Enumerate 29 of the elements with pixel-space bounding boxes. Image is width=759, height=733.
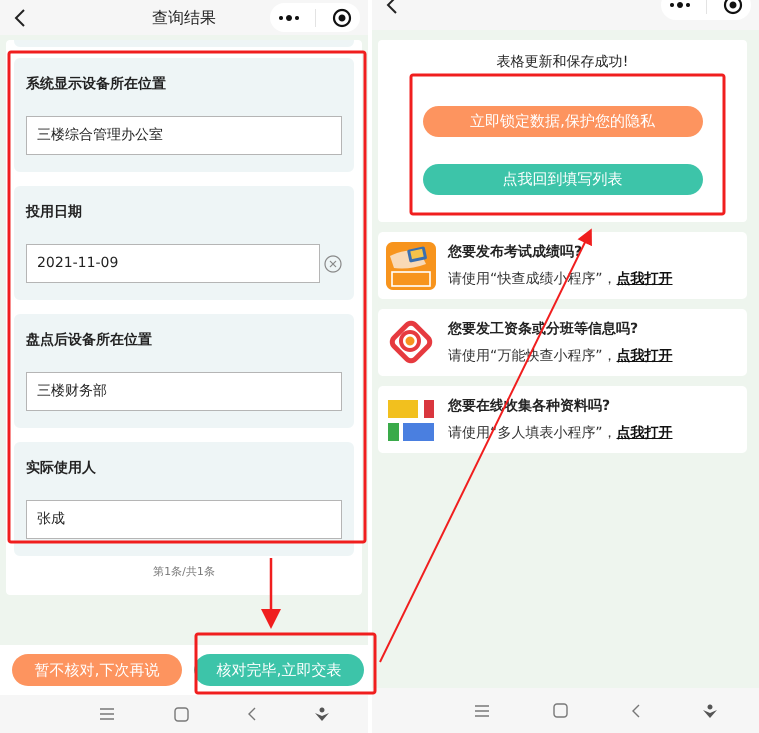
app-icon xyxy=(386,242,436,290)
success-message: 表格更新和保存成功! xyxy=(496,53,628,72)
close-icon[interactable] xyxy=(332,8,352,28)
clear-icon[interactable] xyxy=(324,254,342,272)
field-label: 盘点后设备所在位置 xyxy=(26,331,153,350)
menu-icon[interactable] xyxy=(474,704,490,718)
home-icon[interactable] xyxy=(553,703,568,718)
more-icon[interactable] xyxy=(278,14,300,22)
pager-text: 第1条/共1条 xyxy=(152,564,216,580)
menu-icon[interactable] xyxy=(99,707,116,721)
input-field[interactable]: 三楼综合管理办公室 xyxy=(26,116,342,155)
open-link[interactable]: 点我打开 xyxy=(616,424,673,440)
field-label: 投用日期 xyxy=(26,203,83,222)
back-icon[interactable] xyxy=(386,0,398,15)
field-label: 系统显示设备所在位置 xyxy=(26,75,167,94)
input-field[interactable]: 2021-11-09 xyxy=(26,244,320,283)
close-icon[interactable] xyxy=(723,0,744,15)
person-icon[interactable] xyxy=(703,704,718,718)
input-field[interactable]: 张成 xyxy=(26,500,342,539)
open-link[interactable]: 点我打开 xyxy=(616,348,673,364)
person-icon[interactable] xyxy=(314,707,329,721)
input-field[interactable]: 三楼财务部 xyxy=(26,372,342,411)
annotation-arrow xyxy=(261,558,281,629)
home-icon[interactable] xyxy=(174,706,190,722)
page-title: 查询结果 xyxy=(152,6,216,28)
more-icon[interactable] xyxy=(668,1,691,9)
field-label: 实际使用人 xyxy=(26,458,97,478)
back-icon[interactable] xyxy=(14,8,26,28)
open-link[interactable]: 点我打开 xyxy=(616,270,673,286)
